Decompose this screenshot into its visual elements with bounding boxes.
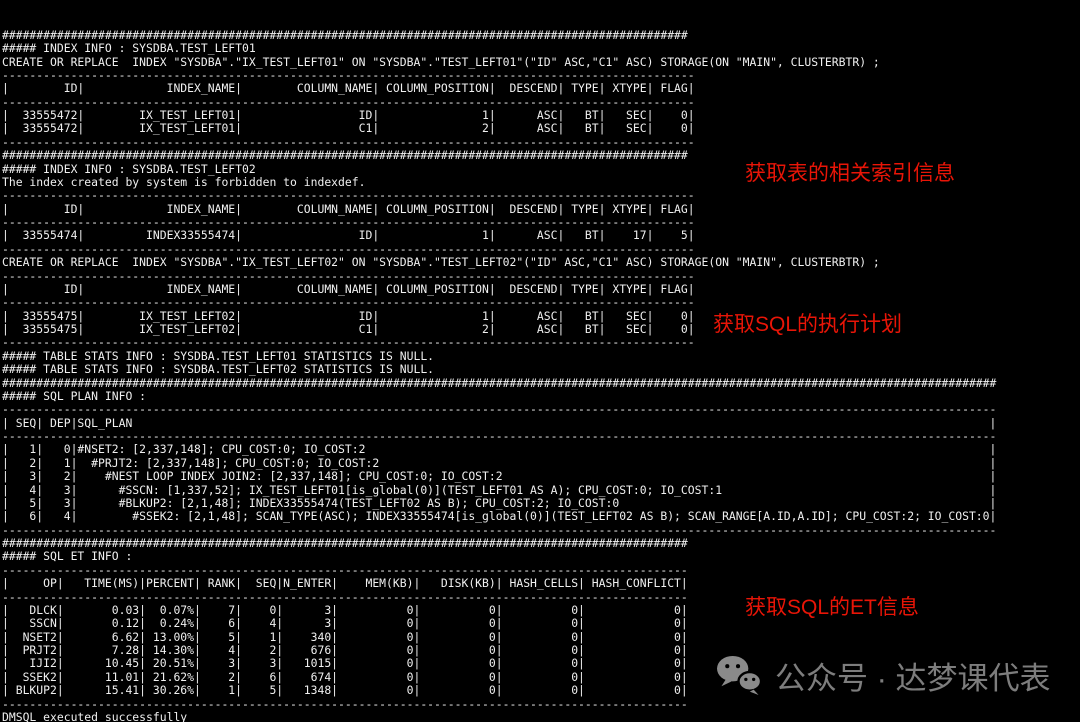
annotation-sql-plan: 获取SQL的执行计划 [713, 308, 902, 338]
annotation-sql-et: 获取SQL的ET信息 [745, 591, 919, 621]
annotation-index-info: 获取表的相关索引信息 [745, 157, 955, 187]
wechat-icon [716, 654, 763, 697]
watermark: 公众号 · 达梦课代表 [716, 653, 1051, 698]
terminal-screen: { "colors": { "background": "#000000", "… [0, 0, 1080, 722]
watermark-text: 公众号 · 达梦课代表 [775, 653, 1051, 698]
